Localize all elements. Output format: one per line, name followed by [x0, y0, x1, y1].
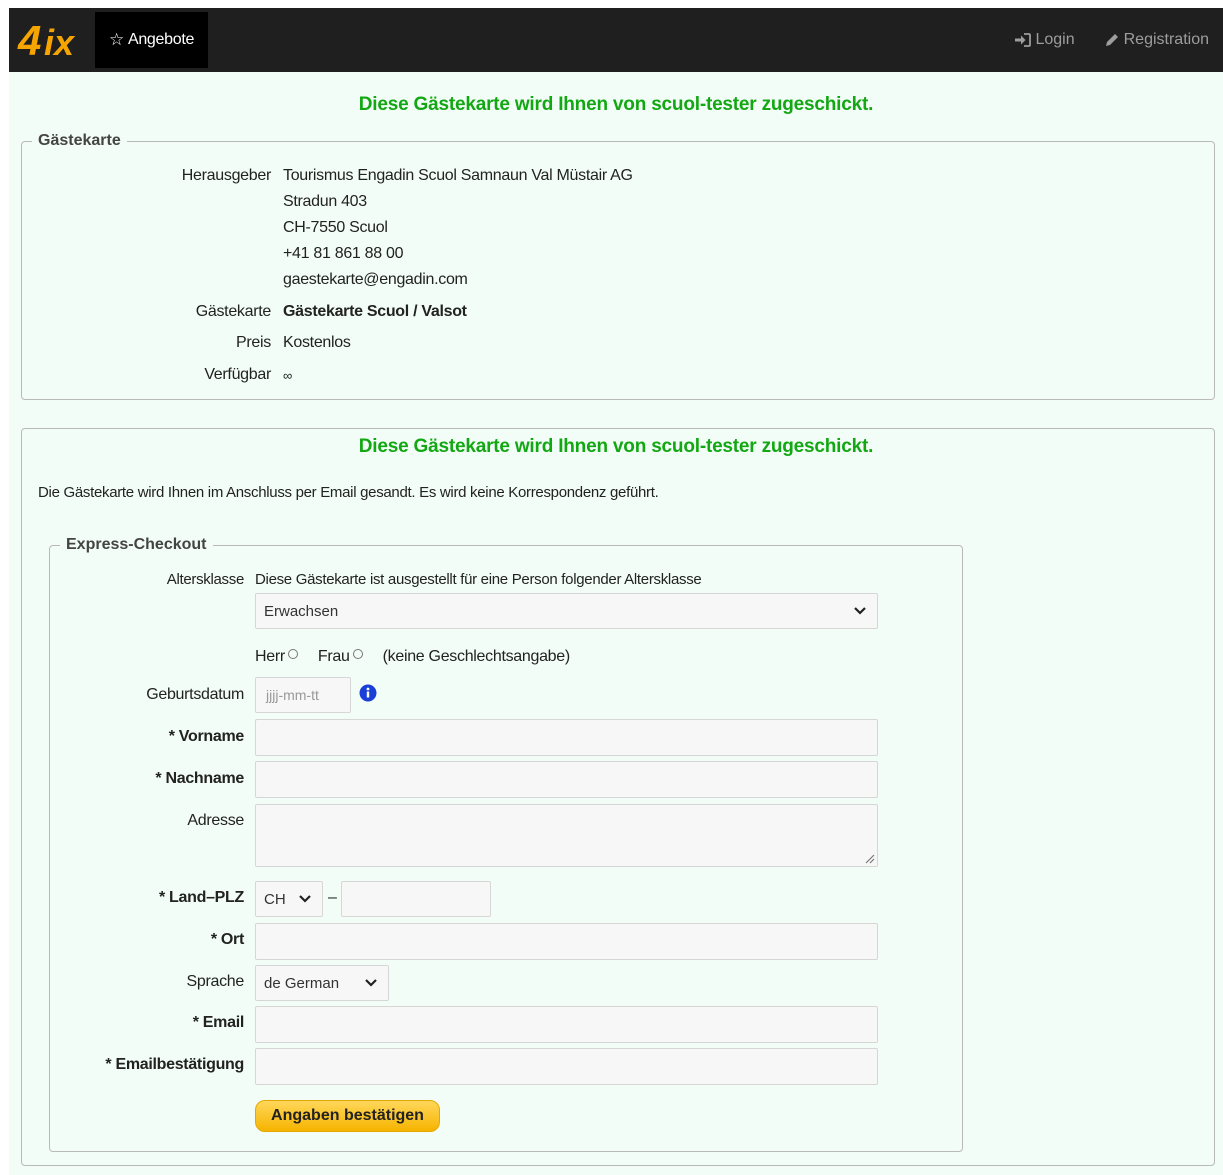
publisher-label: Herausgeber: [181, 167, 272, 184]
gender-herr-radio[interactable]: [287, 648, 298, 659]
address-row: Adresse: [9, 812, 244, 830]
zip-input[interactable]: [341, 881, 491, 917]
address-textarea[interactable]: [255, 804, 878, 867]
language-row: Sprache: [9, 973, 245, 991]
language-select-value: de German: [264, 974, 340, 992]
birth-label: Geburtsdatum: [146, 686, 244, 703]
city-row: * Ort: [9, 931, 244, 949]
price-row: Preis Kostenlos: [9, 334, 351, 352]
submit-button[interactable]: Angaben bestätigen: [255, 1100, 440, 1132]
publisher-city: CH-7550 Scuol: [283, 219, 388, 236]
email-confirm-input[interactable]: [255, 1048, 878, 1085]
publisher-value: Tourismus Engadin Scuol Samnaun Val Müst…: [283, 163, 633, 293]
email-row: * Email: [9, 1014, 245, 1032]
available-value: ∞: [283, 368, 292, 383]
age-select-value: Erwachsen: [264, 602, 339, 620]
age-row: Altersklasse Diese Gästekarte ist ausges…: [9, 571, 702, 588]
logo-4ix-icon: 4 ix: [17, 17, 76, 63]
price-label: Preis: [236, 334, 271, 351]
publisher-phone: +41 81 861 88 00: [283, 245, 404, 262]
email-label: * Email: [192, 1014, 245, 1031]
card-name-label: Gästekarte: [195, 303, 272, 320]
publisher-street: Stradun 403: [283, 193, 367, 210]
order-heading: Diese Gästekarte wird Ihnen von scuol-te…: [358, 436, 874, 457]
page: 4 ix ☆ Angebote Login Registration Diese…: [0, 0, 1223, 1175]
firstname-row: * Vorname: [9, 728, 245, 746]
gender-herr-label: Herr: [255, 648, 285, 665]
card-name-row: Gästekarte Gästekarte Scuol / Valsot: [9, 303, 467, 321]
top-navbar: 4 ix ☆ Angebote Login Registration: [9, 8, 1223, 72]
city-label: * Ort: [210, 931, 244, 948]
lastname-input[interactable]: [255, 761, 878, 798]
publisher-row: Herausgeber Tourismus Engadin Scuol Samn…: [9, 167, 633, 297]
city-input[interactable]: [255, 923, 878, 960]
birth-row: Geburtsdatum: [9, 686, 244, 704]
chevron-down-icon: [299, 895, 311, 903]
language-label: Sprache: [186, 973, 245, 990]
firstname-label: * Vorname: [168, 728, 245, 745]
svg-text:ix: ix: [44, 22, 76, 63]
login-label: Login: [1035, 31, 1075, 48]
login-icon: [1015, 33, 1032, 47]
price-value: Kostenlos: [283, 334, 351, 351]
tab-angebote[interactable]: ☆ Angebote: [95, 12, 209, 68]
birth-input[interactable]: jjjj-mm-tt: [255, 677, 351, 713]
language-select[interactable]: de German: [255, 965, 389, 1001]
age-select[interactable]: Erwachsen: [255, 593, 878, 629]
email-input[interactable]: [255, 1006, 878, 1043]
gender-frau-label: Frau: [317, 648, 350, 665]
lastname-label: * Nachname: [155, 770, 244, 787]
email-confirm-row: * Emailbestätigung: [9, 1056, 244, 1074]
card-name-value: Gästekarte Scuol / Valsot: [283, 303, 467, 320]
express-checkout-legend: Express-Checkout: [66, 536, 207, 553]
publisher-name: Tourismus Engadin Scuol Samnaun Val Müst…: [283, 167, 633, 184]
lastname-row: * Nachname: [9, 770, 244, 788]
country-select[interactable]: CH: [255, 881, 323, 917]
gender-row: Herr Frau (keine Geschlechtsangabe): [255, 648, 570, 666]
age-text: Diese Gästekarte ist ausgestellt für ein…: [255, 571, 702, 588]
publisher-email[interactable]: gaestekarte@engadin.com: [283, 267, 633, 293]
gender-frau-option[interactable]: Frau: [318, 648, 363, 666]
registration-link[interactable]: Registration: [1089, 31, 1223, 49]
age-label: Altersklasse: [166, 571, 245, 588]
email-confirm-label: * Emailbestätigung: [105, 1056, 244, 1073]
card-info-legend: Gästekarte: [38, 132, 121, 149]
available-row: Verfügbar ∞: [9, 366, 292, 384]
svg-text:4: 4: [17, 17, 41, 63]
gender-none-label[interactable]: (keine Geschlechtsangabe): [383, 648, 571, 666]
country-zip-dash: –: [328, 889, 337, 906]
country-select-value: CH: [264, 890, 286, 908]
address-label: Adresse: [187, 812, 244, 829]
firstname-input[interactable]: [255, 719, 878, 756]
star-icon: ☆: [109, 30, 124, 49]
content-area: Diese Gästekarte wird Ihnen von scuol-te…: [9, 72, 1223, 1175]
tab-angebote-label: Angebote: [127, 31, 195, 48]
page-heading: Diese Gästekarte wird Ihnen von scuol-te…: [358, 94, 874, 115]
registration-label: Registration: [1123, 31, 1209, 48]
chevron-down-icon: [854, 607, 866, 615]
country-zip-row: * Land–PLZ: [9, 889, 244, 907]
chevron-down-icon: [365, 979, 377, 987]
pencil-icon: [1105, 34, 1118, 46]
login-link[interactable]: Login: [1000, 31, 1088, 49]
available-label: Verfügbar: [204, 366, 271, 383]
resize-handle-icon[interactable]: [863, 852, 875, 864]
info-icon[interactable]: [359, 684, 377, 702]
order-note: Die Gästekarte wird Ihnen im Anschluss p…: [38, 484, 659, 501]
country-zip-label: * Land–PLZ: [158, 889, 244, 906]
gender-frau-radio[interactable]: [352, 648, 363, 659]
nav-right: Login Registration: [1000, 8, 1223, 72]
logo[interactable]: 4 ix: [9, 8, 95, 72]
gender-herr-option[interactable]: Herr: [255, 648, 298, 666]
